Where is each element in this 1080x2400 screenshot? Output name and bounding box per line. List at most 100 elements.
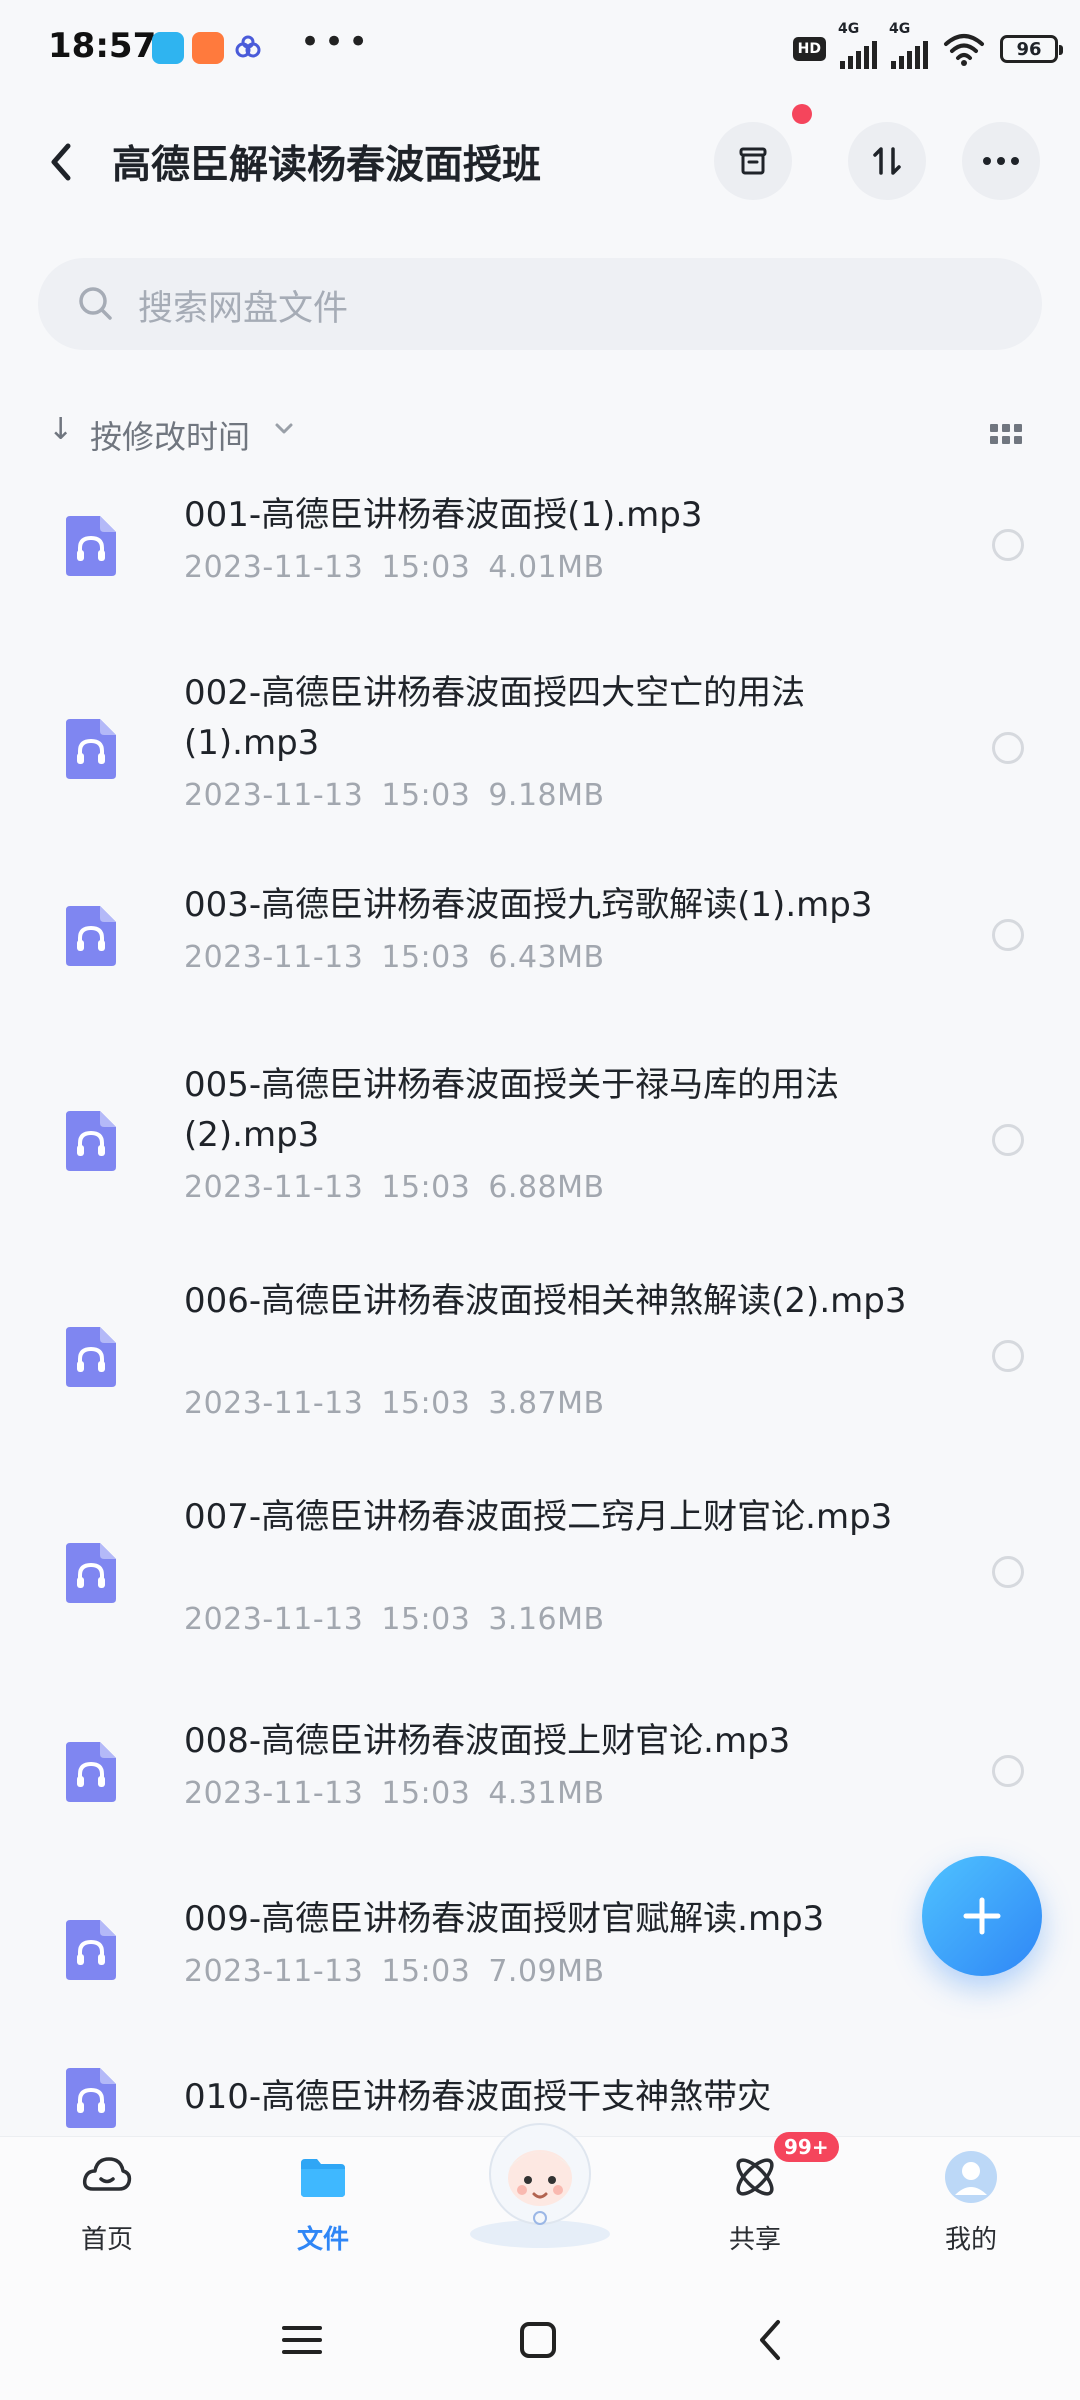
file-meta: 2023-11-13 15:03 4.01MB bbox=[184, 550, 623, 585]
list-item[interactable]: 008-高德臣讲杨春波面授上财官论.mp3 2023-11-13 15:03 4.31… bbox=[0, 1716, 1080, 1826]
tab-files-label: 文件 bbox=[296, 2225, 349, 2255]
file-name: 007-高德臣讲杨春波面授二窍月上财官论.mp3 bbox=[184, 1497, 893, 1537]
add-button[interactable] bbox=[922, 1856, 1042, 1976]
sort-order-button[interactable] bbox=[848, 122, 926, 200]
list-item[interactable]: 007-高德臣讲杨春波面授二窍月上财官论.mp3 2023-11-13 15:03 3… bbox=[0, 1492, 1080, 1652]
header: 高德臣解读杨春波面授班 bbox=[0, 112, 1080, 212]
sort-direction-icon[interactable]: ↓ bbox=[48, 412, 73, 447]
notification-dot bbox=[792, 104, 812, 124]
tab-me[interactable]: 我的 bbox=[896, 2137, 1046, 2271]
tab-home[interactable]: 首页 bbox=[32, 2137, 182, 2271]
select-checkbox[interactable] bbox=[992, 919, 1024, 951]
file-size: 9.18MB bbox=[488, 778, 605, 813]
tab-files[interactable]: 文件 bbox=[248, 2137, 398, 2271]
audio-file-icon bbox=[66, 906, 116, 966]
file-meta: 2023-11-13 15:03 7.09MB bbox=[184, 1954, 623, 1989]
status-time: 18:57 bbox=[48, 26, 157, 66]
system-navigation-bar bbox=[0, 2270, 1080, 2400]
mascot-icon bbox=[470, 2123, 610, 2248]
file-time: 15:03 bbox=[381, 1954, 471, 1989]
back-triangle-icon[interactable] bbox=[742, 2310, 802, 2370]
avatar-icon bbox=[945, 2151, 997, 2203]
file-meta: 2023-11-13 15:03 6.88MB bbox=[184, 1170, 623, 1205]
file-date: 2023-11-13 bbox=[184, 550, 364, 585]
list-item[interactable]: 001-高德臣讲杨春波面授(1).mp3 2023-11-13 15:03 4.01M… bbox=[0, 490, 1080, 600]
file-size: 3.16MB bbox=[488, 1602, 605, 1637]
file-name: 005-高德臣讲杨春波面授关于禄马库的用法(2).mp3 bbox=[184, 1065, 840, 1155]
network-type-label: 4G bbox=[889, 21, 911, 37]
select-checkbox[interactable] bbox=[992, 732, 1024, 764]
file-date: 2023-11-13 bbox=[184, 1386, 364, 1421]
file-size: 4.31MB bbox=[488, 1776, 605, 1811]
list-item[interactable]: 005-高德臣讲杨春波面授关于禄马库的用法(2).mp3 2023-11-13 15… bbox=[0, 1060, 1080, 1220]
sort-bar: ↓ 按修改时间 bbox=[0, 402, 1080, 462]
sort-by-modified-dropdown[interactable]: 按修改时间 bbox=[90, 412, 250, 458]
file-name: 002-高德臣讲杨春波面授四大空亡的用法(1).mp3 bbox=[184, 673, 806, 763]
select-checkbox[interactable] bbox=[992, 1124, 1024, 1156]
search-placeholder: 搜索网盘文件 bbox=[138, 289, 349, 329]
file-size: 7.09MB bbox=[488, 1954, 605, 1989]
menu-icon[interactable] bbox=[272, 2310, 332, 2370]
list-item[interactable]: 009-高德臣讲杨春波面授财官赋解读.mp3 2023-11-13 15:03 7.0… bbox=[0, 1894, 1080, 2004]
file-name: 009-高德臣讲杨春波面授财官赋解读.mp3 bbox=[184, 1899, 825, 1939]
list-item[interactable]: 006-高德臣讲杨春波面授相关神煞解读(2).mp3 2023-11-13 15:0… bbox=[0, 1276, 1080, 1436]
file-name: 008-高德臣讲杨春波面授上财官论.mp3 bbox=[184, 1721, 791, 1761]
back-button[interactable] bbox=[38, 134, 88, 190]
battery-level: 96 bbox=[1016, 38, 1042, 60]
file-size: 6.43MB bbox=[488, 940, 605, 975]
assistant-mascot[interactable] bbox=[462, 2114, 618, 2250]
hd-badge: HD bbox=[792, 37, 826, 61]
chevron-down-icon[interactable] bbox=[272, 416, 296, 440]
list-item[interactable]: 002-高德臣讲杨春波面授四大空亡的用法(1).mp3 2023-11-13 15:… bbox=[0, 668, 1080, 828]
tab-share-label: 共享 bbox=[728, 2225, 781, 2255]
network-type-label: 4G bbox=[838, 21, 860, 37]
audio-file-icon bbox=[66, 1920, 116, 1980]
list-item[interactable]: 003-高德臣讲杨春波面授九窍歌解读(1).mp3 2023-11-13 15:03… bbox=[0, 880, 1080, 990]
share-badge: 99+ bbox=[774, 2132, 839, 2162]
file-name: 003-高德臣讲杨春波面授九窍歌解读(1).mp3 bbox=[184, 885, 873, 925]
folder-icon bbox=[301, 2159, 345, 2197]
home-square-icon[interactable] bbox=[508, 2310, 568, 2370]
file-time: 15:03 bbox=[381, 550, 471, 585]
status-bar: 18:57 ••• HD 4G 4G 96 bbox=[0, 0, 1080, 100]
audio-file-icon bbox=[66, 1742, 116, 1802]
audio-file-icon bbox=[66, 516, 116, 576]
file-size: 4.01MB bbox=[488, 550, 605, 585]
more-dots-icon bbox=[983, 157, 1019, 165]
search-icon bbox=[79, 287, 112, 320]
plus-icon bbox=[963, 1897, 1001, 1935]
file-name: 001-高德臣讲杨春波面授(1).mp3 bbox=[184, 495, 703, 535]
cloud-app-icon bbox=[232, 32, 264, 64]
file-date: 2023-11-13 bbox=[184, 1776, 364, 1811]
select-checkbox[interactable] bbox=[992, 1755, 1024, 1787]
file-time: 15:03 bbox=[381, 1602, 471, 1637]
transfer-list-button[interactable] bbox=[714, 122, 792, 200]
more-options-button[interactable] bbox=[962, 122, 1040, 200]
file-date: 2023-11-13 bbox=[184, 1170, 364, 1205]
file-name: 006-高德臣讲杨春波面授相关神煞解读(2).mp3 bbox=[184, 1281, 907, 1321]
chat-app-icon bbox=[152, 32, 184, 64]
select-checkbox[interactable] bbox=[992, 1340, 1024, 1372]
file-date: 2023-11-13 bbox=[184, 778, 364, 813]
file-time: 15:03 bbox=[381, 940, 471, 975]
grid-view-icon[interactable] bbox=[990, 424, 1022, 444]
file-date: 2023-11-13 bbox=[184, 1954, 364, 1989]
file-date: 2023-11-13 bbox=[184, 940, 364, 975]
tab-home-label: 首页 bbox=[80, 2225, 133, 2255]
audio-file-icon bbox=[66, 1327, 116, 1387]
file-size: 6.88MB bbox=[488, 1170, 605, 1205]
select-checkbox[interactable] bbox=[992, 1556, 1024, 1588]
file-time: 15:03 bbox=[381, 1776, 471, 1811]
audio-file-icon bbox=[66, 1111, 116, 1171]
select-checkbox[interactable] bbox=[992, 529, 1024, 561]
search-input[interactable]: 搜索网盘文件 bbox=[38, 258, 1042, 350]
share-orbit-icon bbox=[736, 2158, 774, 2196]
audio-file-icon bbox=[66, 2068, 116, 2128]
file-time: 15:03 bbox=[381, 1386, 471, 1421]
file-meta: 2023-11-13 15:03 3.87MB bbox=[184, 1386, 623, 1421]
page-title: 高德臣解读杨春波面授班 bbox=[112, 143, 542, 188]
battery-icon: 96 bbox=[1000, 35, 1063, 63]
tab-me-label: 我的 bbox=[944, 2225, 997, 2255]
more-notifications-icon: ••• bbox=[300, 22, 373, 62]
chevron-left-icon bbox=[51, 143, 71, 181]
